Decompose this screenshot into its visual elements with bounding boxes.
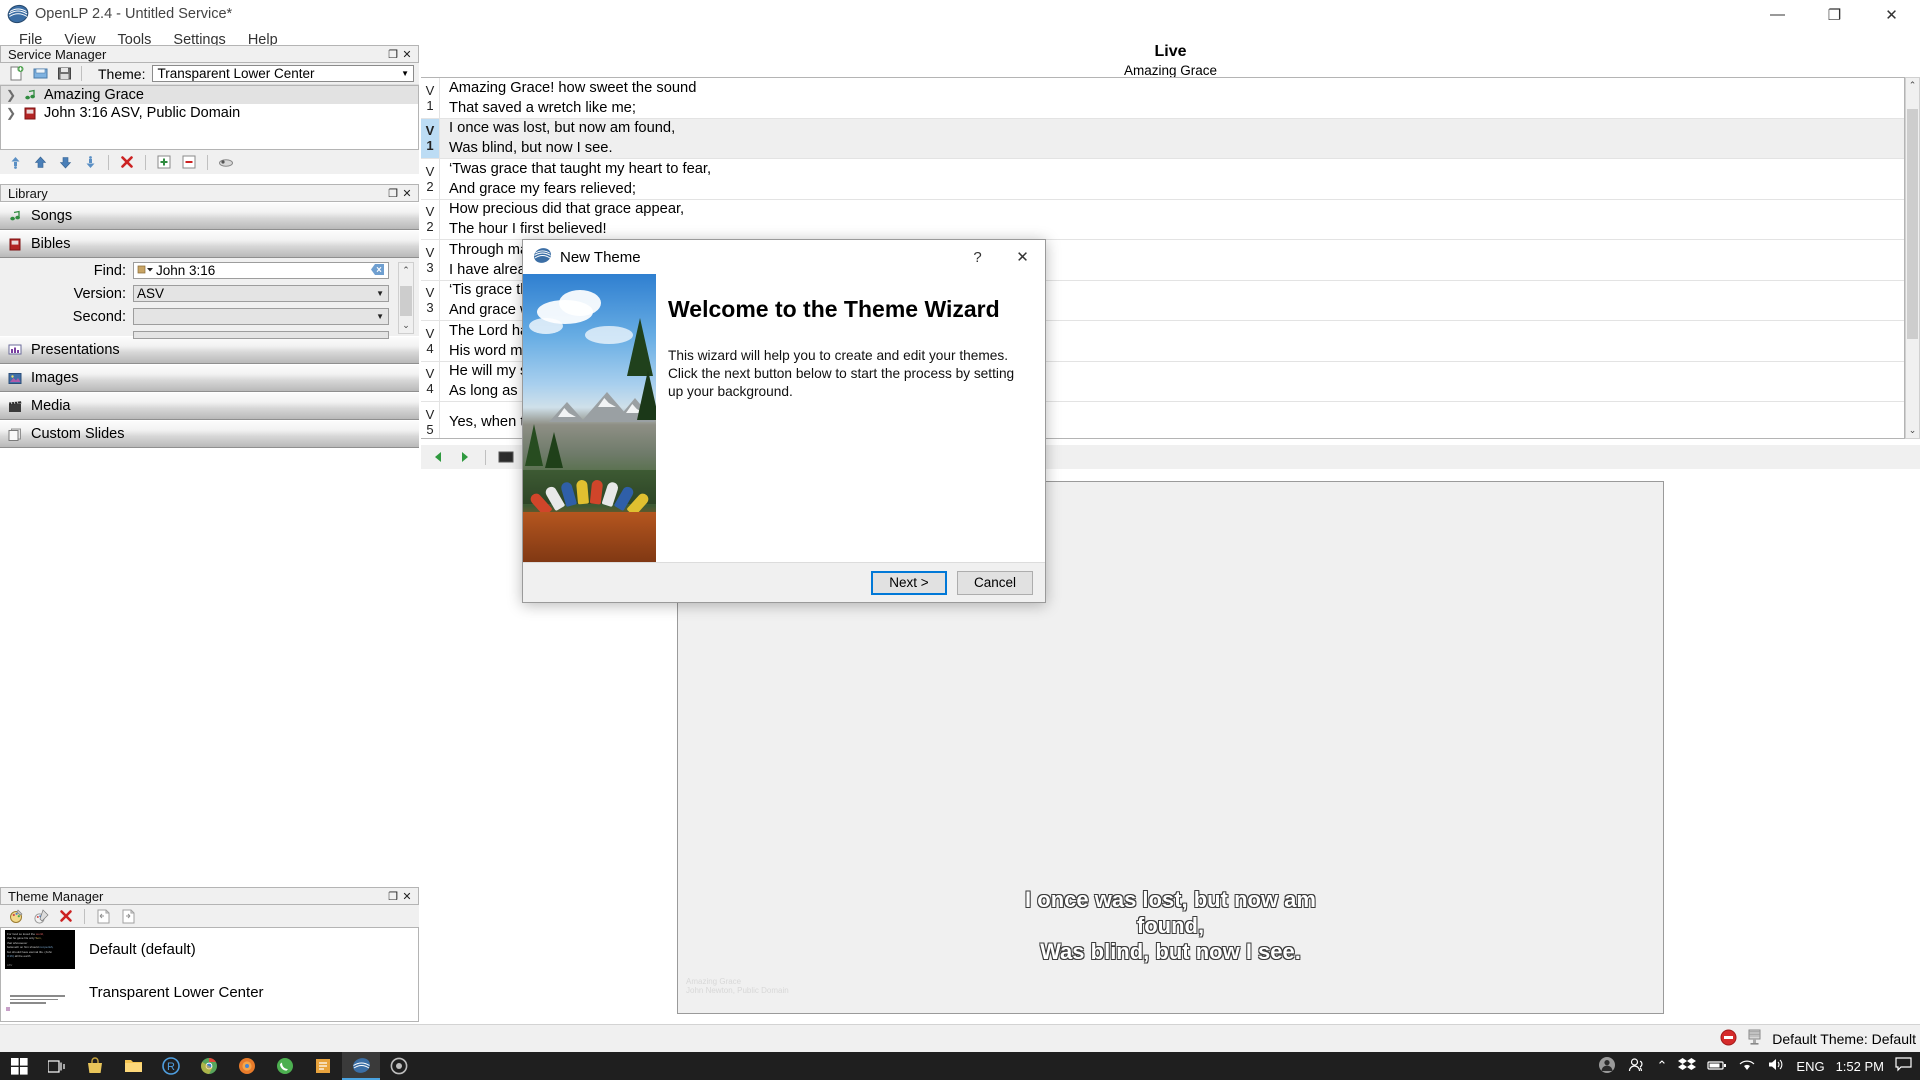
chrome-icon[interactable] <box>190 1052 228 1080</box>
volume-icon[interactable] <box>1767 1057 1785 1075</box>
new-theme-dialog: New Theme ? ✕ Welcome to the Theme Wizar… <box>522 239 1046 603</box>
dialog-body: Welcome to the Theme Wizard This wizard … <box>523 274 1045 564</box>
openlp-logo-icon <box>533 247 552 268</box>
language-indicator[interactable]: ENG <box>1796 1059 1824 1074</box>
dialog-footer: Next > Cancel <box>523 562 1045 602</box>
openlp-taskbar-icon[interactable] <box>342 1052 380 1080</box>
battery-icon[interactable] <box>1707 1058 1727 1075</box>
system-tray: ⌃ ENG 1:52 PM <box>1597 1056 1920 1077</box>
wizard-heading: Welcome to the Theme Wizard <box>668 296 1000 322</box>
firefox-icon[interactable] <box>228 1052 266 1080</box>
clock-time[interactable]: 1:52 PM <box>1836 1059 1884 1074</box>
notification-icon[interactable] <box>1895 1057 1912 1075</box>
modal-overlay: New Theme ? ✕ Welcome to the Theme Wizar… <box>0 0 1920 1080</box>
store-icon[interactable] <box>76 1052 114 1080</box>
dialog-title: New Theme <box>560 248 641 266</box>
people-icon[interactable] <box>1628 1057 1646 1076</box>
wizard-sidebar-image <box>523 274 656 564</box>
dialog-title-bar: New Theme ? ✕ <box>523 240 1045 274</box>
close-icon[interactable]: ✕ <box>1000 240 1045 274</box>
whatsapp-icon[interactable] <box>266 1052 304 1080</box>
editor-icon[interactable] <box>304 1052 342 1080</box>
file-explorer-icon[interactable] <box>114 1052 152 1080</box>
windows-taskbar: R ⌃ ENG 1:52 PM <box>0 1052 1920 1080</box>
wizard-description: This wizard will help you to create and … <box>668 348 1015 399</box>
wizard-content: Welcome to the Theme Wizard This wizard … <box>656 274 1045 564</box>
dialog-title-buttons: ? ✕ <box>955 240 1045 274</box>
help-icon[interactable]: ? <box>955 240 1000 274</box>
wifi-icon[interactable] <box>1738 1058 1756 1075</box>
mountain-illustration <box>523 274 656 564</box>
dropbox-icon[interactable] <box>1678 1057 1697 1076</box>
user-account-icon[interactable] <box>1597 1056 1617 1077</box>
next-button[interactable]: Next > <box>871 570 947 595</box>
app-icon[interactable] <box>380 1052 418 1080</box>
r-studio-icon[interactable]: R <box>152 1052 190 1080</box>
start-button-icon[interactable] <box>0 1052 38 1080</box>
chevron-up-icon[interactable]: ⌃ <box>1657 1058 1668 1074</box>
openlp-main-window: OpenLP 2.4 - Untitled Service* — ❐ ✕ Fil… <box>0 0 1920 1080</box>
cancel-button[interactable]: Cancel <box>957 570 1033 595</box>
svg-text:R: R <box>167 1061 175 1073</box>
task-view-icon[interactable] <box>38 1052 76 1080</box>
